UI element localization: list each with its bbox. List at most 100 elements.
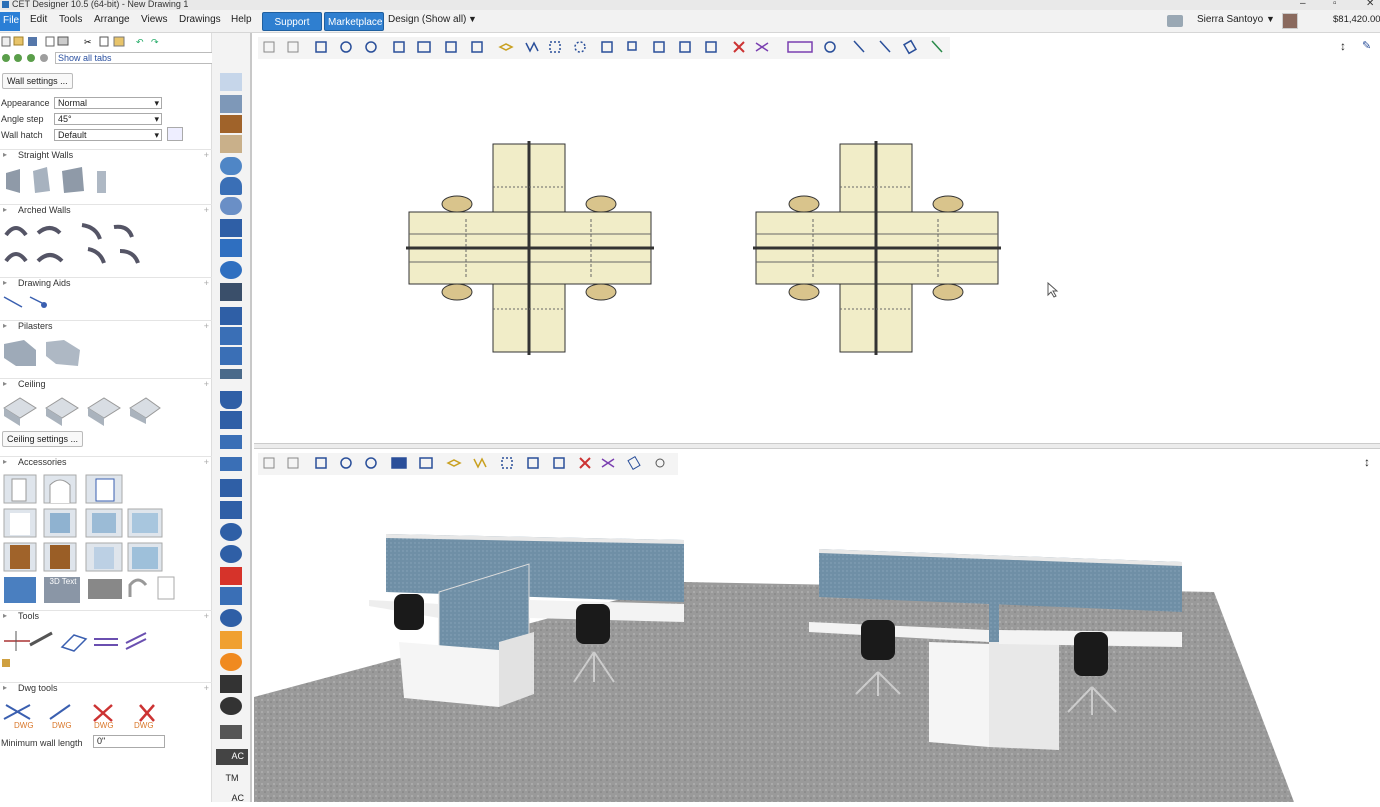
section-accessories[interactable]: Accessories bbox=[0, 456, 212, 470]
vertical-split-icon[interactable]: ↕ bbox=[1336, 39, 1350, 53]
ceiling-settings-button[interactable]: Ceiling settings ... bbox=[2, 431, 84, 447]
person-icon[interactable] bbox=[220, 177, 242, 195]
accessory-tools[interactable] bbox=[0, 473, 212, 603]
monitor-icon[interactable] bbox=[220, 283, 242, 301]
layers-icon[interactable] bbox=[220, 347, 242, 365]
dwg-label: DWG bbox=[52, 721, 72, 730]
svg-text:↶: ↶ bbox=[136, 37, 144, 47]
stairs-icon[interactable] bbox=[220, 135, 242, 153]
user-name[interactable]: Sierra Santoyo bbox=[1197, 14, 1263, 25]
chevron-down-icon[interactable]: ▼ bbox=[468, 14, 477, 24]
wrench-icon[interactable] bbox=[220, 501, 242, 519]
3d-scene[interactable] bbox=[254, 482, 1380, 802]
clock-icon[interactable] bbox=[220, 609, 242, 627]
edit-icon[interactable]: ✎ bbox=[1362, 39, 1376, 53]
menu-edit[interactable]: Edit bbox=[30, 14, 47, 25]
hatch-edit-icon[interactable] bbox=[167, 127, 183, 141]
appearance-label: Appearance bbox=[1, 98, 50, 108]
tab-nav-icons[interactable] bbox=[0, 51, 52, 65]
section-tools[interactable]: Tools bbox=[0, 610, 212, 624]
plant-icon[interactable] bbox=[220, 479, 242, 497]
plan-view[interactable]: ↕ ✎ bbox=[254, 33, 1380, 443]
title-bar: CET Designer 10.5 (64-bit) - New Drawing… bbox=[0, 0, 1380, 10]
menu-file[interactable]: File bbox=[0, 12, 20, 31]
3d-toolbar-icons[interactable] bbox=[258, 453, 678, 475]
list-icon[interactable] bbox=[220, 435, 242, 449]
text-3d-label[interactable]: 3D Text bbox=[46, 577, 80, 586]
ruler-icon[interactable] bbox=[220, 369, 242, 379]
media-icon[interactable] bbox=[220, 725, 242, 739]
svg-text:↷: ↷ bbox=[151, 37, 159, 47]
floor-plan[interactable] bbox=[254, 69, 1380, 439]
flame-icon[interactable] bbox=[220, 631, 242, 649]
section-arched-walls[interactable]: Arched Walls bbox=[0, 204, 212, 218]
chevron-down-icon[interactable]: ▼ bbox=[1266, 14, 1275, 24]
light-icon[interactable] bbox=[220, 197, 242, 215]
heart-icon[interactable] bbox=[220, 261, 242, 279]
appearance-select[interactable]: Normal bbox=[54, 97, 162, 109]
section-drawing-aids[interactable]: Drawing Aids bbox=[0, 277, 212, 291]
wall-icon[interactable] bbox=[220, 73, 242, 91]
wall-hatch-select[interactable]: Default bbox=[54, 129, 162, 141]
chair-icon[interactable] bbox=[220, 411, 242, 429]
gauge-icon[interactable] bbox=[220, 545, 242, 563]
ac-label[interactable]: AC bbox=[216, 749, 248, 765]
plan-toolbar-icons[interactable] bbox=[258, 37, 950, 59]
min-wall-length-label: Minimum wall length bbox=[1, 738, 83, 748]
ceiling-tools[interactable] bbox=[0, 394, 212, 430]
power-icon[interactable] bbox=[220, 697, 242, 715]
book-icon[interactable] bbox=[220, 587, 242, 605]
min-wall-length-input[interactable]: 0" bbox=[93, 735, 165, 748]
wood-icon[interactable] bbox=[220, 115, 242, 133]
quick-toolbar-icons[interactable]: ✂ ↶ ↷ bbox=[0, 35, 170, 47]
menu-tools[interactable]: Tools bbox=[59, 14, 82, 25]
section-pilasters[interactable]: Pilasters bbox=[0, 320, 212, 334]
straight-wall-tools[interactable] bbox=[0, 165, 212, 201]
minimize-icon[interactable]: – bbox=[1300, 0, 1306, 9]
section-straight-walls[interactable]: Straight Walls bbox=[0, 149, 212, 163]
shower-icon[interactable] bbox=[220, 157, 242, 175]
show-all-tabs-dropdown[interactable]: Show all tabs bbox=[55, 52, 227, 64]
marketplace-button[interactable]: Marketplace bbox=[324, 12, 384, 31]
3d-view[interactable]: ↕ bbox=[254, 449, 1380, 802]
beam-icon[interactable] bbox=[220, 327, 242, 345]
cup-icon[interactable] bbox=[220, 391, 242, 409]
gear-icon[interactable] bbox=[220, 653, 242, 671]
signpost-icon[interactable] bbox=[220, 675, 242, 693]
section-ceiling[interactable]: Ceiling bbox=[0, 378, 212, 392]
section-dwg-tools[interactable]: Dwg tools bbox=[0, 682, 212, 696]
flask-icon[interactable] bbox=[220, 307, 242, 325]
box-icon[interactable] bbox=[220, 95, 242, 113]
menu-help[interactable]: Help bbox=[231, 14, 252, 25]
menu-bar: File Edit Tools Arrange Views Drawings H… bbox=[0, 10, 1380, 33]
wall-settings-button[interactable]: Wall settings ... bbox=[2, 73, 73, 89]
magnet-icon[interactable] bbox=[220, 219, 242, 237]
arched-wall-tools[interactable] bbox=[0, 219, 212, 269]
maximize-icon[interactable]: ▫ bbox=[1333, 0, 1337, 9]
house-icon[interactable] bbox=[220, 239, 242, 257]
close-icon[interactable]: ✕ bbox=[1366, 0, 1374, 9]
ac-label[interactable]: AC bbox=[216, 791, 248, 807]
tools-icons[interactable] bbox=[0, 627, 212, 667]
sketchup-icon[interactable] bbox=[220, 567, 242, 585]
menu-drawings[interactable]: Drawings bbox=[179, 14, 221, 25]
menu-views[interactable]: Views bbox=[141, 14, 168, 25]
menu-arrange[interactable]: Arrange bbox=[94, 14, 130, 25]
workstation-cluster[interactable] bbox=[753, 141, 1001, 355]
support-button[interactable]: Support bbox=[262, 12, 322, 31]
tabs-row: Show all tabs bbox=[0, 51, 227, 65]
design-mode-dropdown[interactable]: Design (Show all) bbox=[388, 14, 466, 25]
angle-step-label: Angle step bbox=[1, 114, 44, 124]
angle-step-select[interactable]: 45° bbox=[54, 113, 162, 125]
rotate-icon[interactable] bbox=[220, 523, 242, 541]
plan-toolbar bbox=[258, 37, 950, 59]
camera-icon[interactable] bbox=[1167, 15, 1183, 27]
dwg-label: DWG bbox=[134, 721, 154, 730]
drawing-aid-tools[interactable] bbox=[0, 293, 212, 311]
vertical-split-icon[interactable]: ↕ bbox=[1364, 455, 1378, 469]
tm-label[interactable]: TM bbox=[216, 771, 248, 787]
pilaster-tools[interactable] bbox=[0, 336, 212, 370]
workstation-cluster[interactable] bbox=[406, 141, 654, 355]
avatar[interactable] bbox=[1282, 13, 1298, 29]
shelf-icon[interactable] bbox=[220, 457, 242, 471]
